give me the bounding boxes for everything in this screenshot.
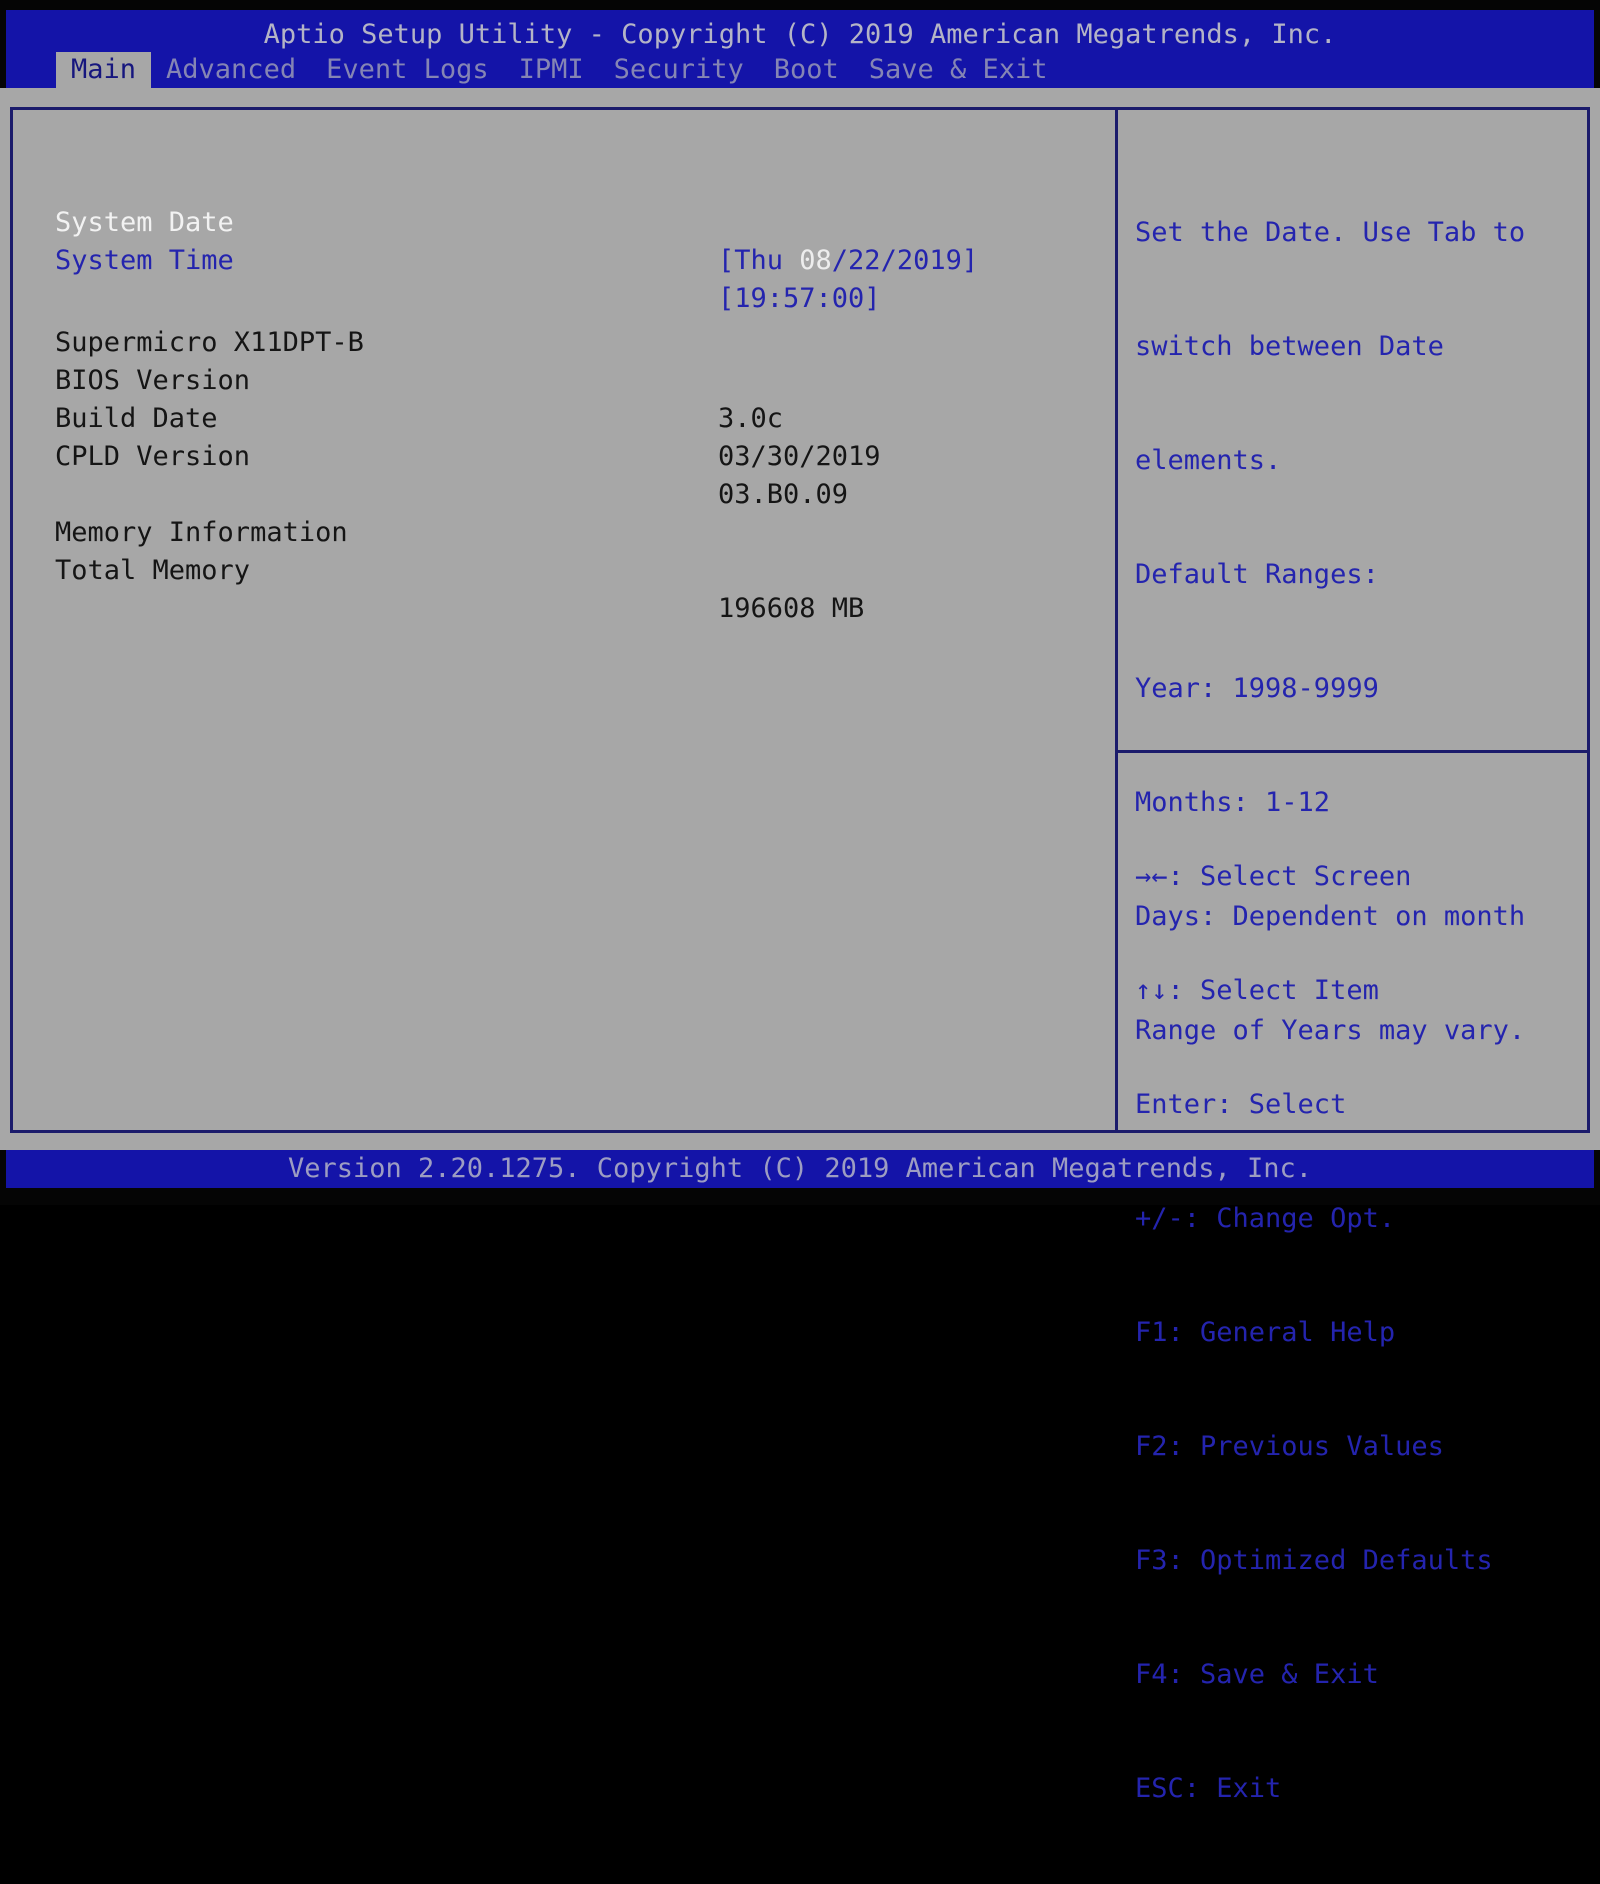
tab-save-exit[interactable]: Save & Exit [854, 52, 1063, 88]
system-date-selected-field[interactable]: 08 [799, 245, 832, 276]
menu-tabs: Main Advanced Event Logs IPMI Security B… [56, 52, 1063, 88]
tab-boot[interactable]: Boot [759, 52, 854, 88]
total-memory-value: 196608 MB [718, 590, 864, 628]
system-date-value[interactable]: [Thu 08/22/2019] [718, 242, 978, 280]
tab-event-logs[interactable]: Event Logs [311, 52, 504, 88]
footer-bar: Version 2.20.1275. Copyright (C) 2019 Am… [6, 1150, 1594, 1188]
row-system-date[interactable]: System Date [Thu 08/22/2019] [13, 166, 1115, 204]
settings-pane: System Date [Thu 08/22/2019] System Time… [13, 110, 1115, 1130]
footer-version-text: Version 2.20.1275. Copyright (C) 2019 Am… [6, 1150, 1594, 1188]
tab-ipmi[interactable]: IPMI [504, 52, 599, 88]
cpld-version-label: CPLD Version [55, 438, 250, 476]
hotkey-esc-exit: ESC: Exit [1135, 1770, 1493, 1808]
total-memory-label: Total Memory [55, 552, 250, 590]
row-memory-heading: Memory Information [13, 476, 1115, 514]
help-line: Year: 1998-9999 [1135, 670, 1579, 708]
content-frame: System Date [Thu 08/22/2019] System Time… [10, 107, 1590, 1133]
hotkey-change-opt: +/-: Change Opt. [1135, 1200, 1493, 1238]
help-line: switch between Date [1135, 328, 1579, 366]
hotkey-legend: →←: Select Screen ↑↓: Select Item Enter:… [1135, 782, 1493, 1884]
tab-main[interactable]: Main [56, 52, 151, 88]
row-cpld-version: CPLD Version 03.B0.09 [13, 400, 1115, 438]
system-time-label: System Time [55, 242, 234, 280]
help-pane: Set the Date. Use Tab to switch between … [1118, 110, 1587, 1130]
row-bios-version: BIOS Version 3.0c [13, 324, 1115, 362]
hotkey-enter-select: Enter: Select [1135, 1086, 1493, 1124]
hotkey-f2-previous: F2: Previous Values [1135, 1428, 1493, 1466]
help-line: Set the Date. Use Tab to [1135, 214, 1579, 252]
hotkey-f1-help: F1: General Help [1135, 1314, 1493, 1352]
app-title: Aptio Setup Utility - Copyright (C) 2019… [6, 19, 1594, 50]
bios-screen: Aptio Setup Utility - Copyright (C) 2019… [0, 0, 1600, 1205]
hotkey-f4-save-exit: F4: Save & Exit [1135, 1656, 1493, 1694]
system-date-close: /22/2019] [832, 245, 978, 276]
help-line: Default Ranges: [1135, 556, 1579, 594]
row-total-memory: Total Memory 196608 MB [13, 514, 1115, 552]
build-date-value: 03/30/2019 [718, 438, 881, 476]
hotkey-f3-defaults: F3: Optimized Defaults [1135, 1542, 1493, 1580]
row-system-time[interactable]: System Time [19:57:00] [13, 204, 1115, 242]
hotkey-select-item: ↑↓: Select Item [1135, 972, 1493, 1010]
row-build-date: Build Date 03/30/2019 [13, 362, 1115, 400]
hotkey-select-screen: →←: Select Screen [1135, 858, 1493, 896]
help-divider [1118, 750, 1587, 753]
tab-security[interactable]: Security [599, 52, 759, 88]
system-date-open: [Thu [718, 245, 799, 276]
row-board-model: Supermicro X11DPT-B [13, 286, 1115, 324]
header-bar: Aptio Setup Utility - Copyright (C) 2019… [6, 10, 1594, 88]
tab-advanced[interactable]: Advanced [151, 52, 311, 88]
help-line: elements. [1135, 442, 1579, 480]
